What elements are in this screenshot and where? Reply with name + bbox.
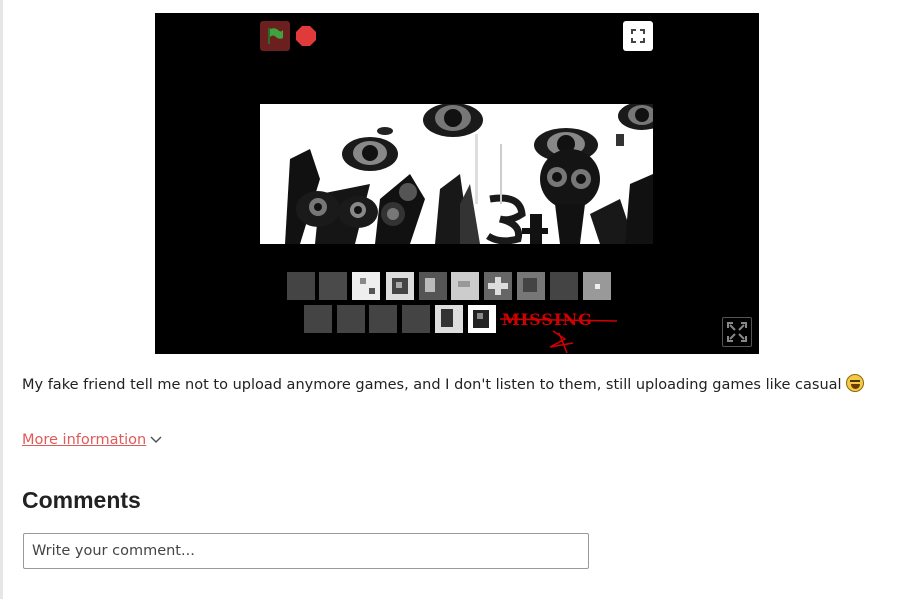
fullscreen-icon <box>727 322 747 342</box>
comments-heading: Comments <box>22 487 141 513</box>
more-information-label: More information <box>22 432 147 448</box>
left-border <box>0 0 3 599</box>
game-player[interactable]: MISSING <box>155 13 759 354</box>
fullscreen-corner-button[interactable] <box>722 317 752 347</box>
character-slot-grid <box>287 272 618 354</box>
more-information-link[interactable]: More information <box>22 432 162 448</box>
chevron-down-icon <box>150 436 162 444</box>
description-text: My fake friend tell me not to upload any… <box>22 377 842 393</box>
missing-overlay-text: MISSING <box>502 310 593 329</box>
project-description: My fake friend tell me not to upload any… <box>22 374 864 393</box>
comment-input[interactable] <box>23 533 589 569</box>
laughing-emoji-icon <box>845 374 864 392</box>
